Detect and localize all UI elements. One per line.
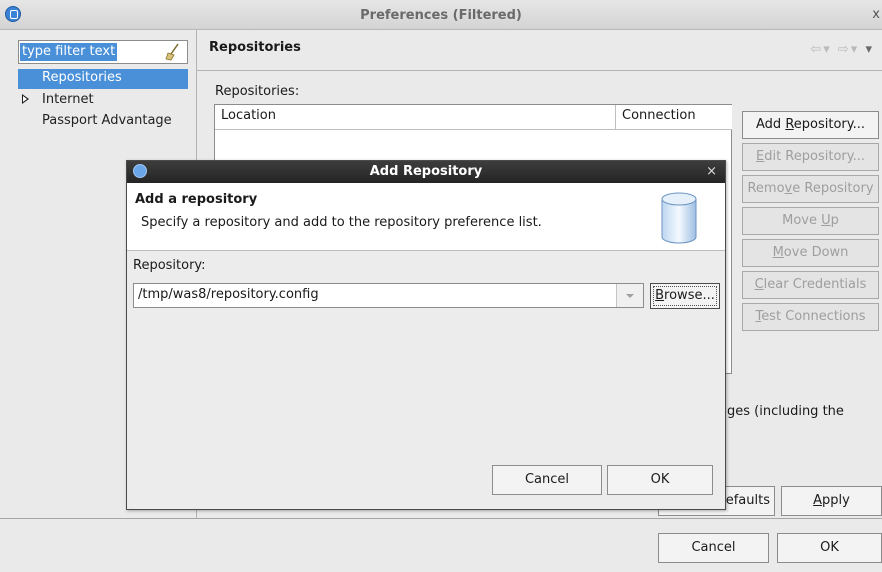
preferences-ok-button[interactable]: OK bbox=[777, 533, 882, 563]
clear-credentials-button[interactable]: Clear Credentials bbox=[742, 271, 879, 299]
edit-repository-button[interactable]: Edit Repository... bbox=[742, 143, 879, 171]
repositories-label: Repositories: bbox=[215, 84, 300, 99]
remove-repository-button[interactable]: Remove Repository bbox=[742, 175, 879, 203]
banner-title: Add a repository bbox=[135, 192, 258, 207]
preferences-cancel-button[interactable]: Cancel bbox=[658, 533, 769, 563]
banner-message: Specify a repository and add to the repo… bbox=[141, 215, 542, 230]
dialog-close-button[interactable]: × bbox=[706, 164, 717, 179]
clear-filter-icon[interactable] bbox=[165, 43, 181, 61]
tree-item-label: Passport Advantage bbox=[42, 113, 172, 128]
add-repository-dialog: Add Repository × Add a repository Specif… bbox=[126, 160, 726, 510]
tree-item-passport-advantage[interactable]: Passport Advantage bbox=[18, 113, 172, 128]
dialog-ok-button[interactable]: OK bbox=[607, 465, 713, 495]
repository-combo[interactable]: /tmp/was8/repository.config bbox=[133, 283, 644, 308]
combo-dropdown-icon[interactable] bbox=[616, 284, 643, 307]
tree-item-internet[interactable]: Internet bbox=[18, 92, 94, 107]
filter-text[interactable]: type filter text bbox=[20, 43, 118, 61]
page-nav: ⇦▾ ⇨▾ ▾ bbox=[810, 42, 874, 57]
forward-arrow-icon[interactable]: ⇨ bbox=[838, 42, 851, 57]
header-divider bbox=[197, 70, 882, 71]
dialog-titlebar: Add Repository × bbox=[127, 161, 725, 183]
page-title: Repositories bbox=[209, 40, 301, 55]
add-repository-button[interactable]: Add Repository... bbox=[742, 111, 879, 139]
column-header-location[interactable]: Location bbox=[215, 105, 616, 130]
move-down-button[interactable]: Move Down bbox=[742, 239, 879, 267]
bottom-divider bbox=[0, 518, 882, 519]
back-arrow-icon[interactable]: ⇦ bbox=[810, 42, 823, 57]
apply-button[interactable]: Apply bbox=[781, 486, 882, 516]
window-title: Preferences (Filtered) bbox=[360, 8, 522, 23]
tree-item-label: Repositories bbox=[42, 70, 122, 85]
window-close-button[interactable]: x bbox=[872, 7, 880, 22]
dialog-title: Add Repository bbox=[369, 164, 483, 179]
page-description: ges (including the bbox=[727, 404, 844, 419]
dialog-cancel-button[interactable]: Cancel bbox=[492, 465, 602, 495]
column-header-connection[interactable]: Connection bbox=[616, 105, 732, 130]
filter-field[interactable]: type filter text bbox=[18, 40, 188, 64]
tree-item-repositories[interactable]: Repositories bbox=[18, 69, 188, 89]
view-menu-icon[interactable]: ▾ bbox=[865, 42, 874, 57]
back-dropdown-icon[interactable]: ▾ bbox=[823, 42, 832, 57]
test-connections-button[interactable]: Test Connections bbox=[742, 303, 879, 331]
dialog-banner: Add a repository Specify a repository an… bbox=[127, 183, 725, 251]
forward-dropdown-icon[interactable]: ▾ bbox=[851, 42, 860, 57]
window-titlebar: Preferences (Filtered) bbox=[0, 0, 882, 30]
app-icon bbox=[5, 6, 21, 22]
repository-input[interactable]: /tmp/was8/repository.config bbox=[138, 287, 319, 302]
tree-item-label: Internet bbox=[42, 92, 94, 107]
database-icon bbox=[661, 192, 697, 244]
repository-label: Repository: bbox=[133, 258, 206, 273]
move-up-button[interactable]: Move Up bbox=[742, 207, 879, 235]
browse-button[interactable]: Browse... bbox=[650, 283, 720, 309]
